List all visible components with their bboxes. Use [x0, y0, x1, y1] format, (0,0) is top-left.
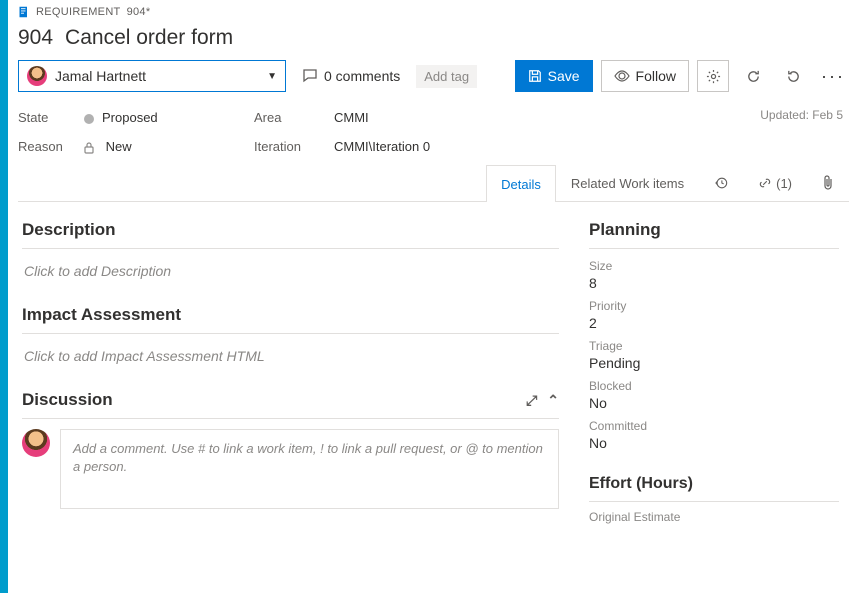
impact-field[interactable]: Click to add Impact Assessment HTML — [22, 344, 559, 390]
refresh-button[interactable] — [737, 60, 769, 92]
reason-value[interactable]: New — [84, 139, 254, 154]
toolbar: Jamal Hartnett ▼ 0 comments Add tag Save… — [18, 60, 849, 106]
settings-button[interactable] — [697, 60, 729, 92]
tab-links[interactable]: (1) — [743, 164, 807, 201]
blocked-label: Blocked — [589, 379, 839, 393]
assignee-picker[interactable]: Jamal Hartnett ▼ — [18, 60, 286, 92]
tab-details[interactable]: Details — [486, 165, 556, 202]
tab-attachments[interactable] — [807, 164, 849, 201]
area-value[interactable]: CMMI — [334, 110, 430, 125]
refresh-icon — [746, 69, 761, 84]
links-count: (1) — [776, 176, 792, 191]
history-icon — [714, 176, 728, 190]
comment-input[interactable]: Add a comment. Use # to link a work item… — [60, 429, 559, 509]
eye-icon — [614, 70, 630, 82]
state-value[interactable]: Proposed — [84, 110, 254, 125]
original-estimate-label: Original Estimate — [589, 510, 839, 524]
breadcrumb-type: REQUIREMENT — [36, 6, 121, 18]
meta-grid: State Reason Proposed New Area Iteration… — [18, 106, 849, 164]
attachment-icon — [822, 175, 834, 191]
save-icon — [528, 69, 542, 83]
committed-label: Committed — [589, 419, 839, 433]
committed-value[interactable]: No — [589, 435, 839, 451]
add-tag-button[interactable]: Add tag — [416, 65, 477, 88]
undo-icon — [786, 69, 801, 84]
discussion-heading: Discussion ⤢ ⌃ — [22, 390, 559, 419]
tab-history[interactable] — [699, 164, 743, 201]
blocked-value[interactable]: No — [589, 395, 839, 411]
priority-value[interactable]: 2 — [589, 315, 839, 331]
avatar — [22, 429, 50, 457]
impact-heading: Impact Assessment — [22, 305, 559, 334]
title-row: 904 Cancel order form — [18, 20, 849, 60]
iteration-value[interactable]: CMMI\Iteration 0 — [334, 139, 430, 154]
state-dot-icon — [84, 114, 94, 124]
tab-bar: Details Related Work items (1) — [18, 164, 849, 202]
effort-heading: Effort (Hours) — [589, 475, 839, 502]
follow-label: Follow — [636, 68, 676, 84]
triage-value[interactable]: Pending — [589, 355, 839, 371]
breadcrumb-id: 904* — [127, 6, 151, 18]
description-field[interactable]: Click to add Description — [22, 259, 559, 305]
breadcrumb: REQUIREMENT 904* — [18, 0, 849, 20]
size-label: Size — [589, 259, 839, 273]
more-actions-button[interactable]: ··· — [817, 60, 849, 92]
size-value[interactable]: 8 — [589, 275, 839, 291]
work-item-title[interactable]: Cancel order form — [65, 26, 233, 50]
chevron-down-icon: ▼ — [267, 71, 277, 82]
requirement-icon — [18, 6, 30, 18]
priority-label: Priority — [589, 299, 839, 313]
expand-icon[interactable]: ⤢ — [526, 392, 537, 409]
area-label: Area — [254, 110, 334, 125]
state-label: State — [18, 110, 84, 125]
gear-icon — [706, 69, 721, 84]
link-icon — [758, 176, 772, 190]
iteration-label: Iteration — [254, 139, 334, 154]
work-item-id: 904 — [18, 26, 53, 50]
undo-button[interactable] — [777, 60, 809, 92]
collapse-icon[interactable]: ⌃ — [547, 392, 559, 409]
comments-count: 0 comments — [324, 68, 400, 84]
save-label: Save — [548, 68, 580, 84]
triage-label: Triage — [589, 339, 839, 353]
save-button[interactable]: Save — [515, 60, 593, 92]
assignee-name: Jamal Hartnett — [55, 68, 259, 84]
reason-label: Reason — [18, 139, 84, 154]
tab-related[interactable]: Related Work items — [556, 164, 699, 201]
avatar — [27, 66, 47, 86]
lock-icon — [84, 142, 94, 154]
description-heading: Description — [22, 220, 559, 249]
comment-icon — [302, 68, 318, 84]
comments-button[interactable]: 0 comments — [294, 60, 408, 92]
accent-stripe — [0, 0, 8, 593]
follow-button[interactable]: Follow — [601, 60, 689, 92]
planning-heading: Planning — [589, 220, 839, 249]
updated-text: Updated: Feb 5 — [760, 108, 843, 122]
